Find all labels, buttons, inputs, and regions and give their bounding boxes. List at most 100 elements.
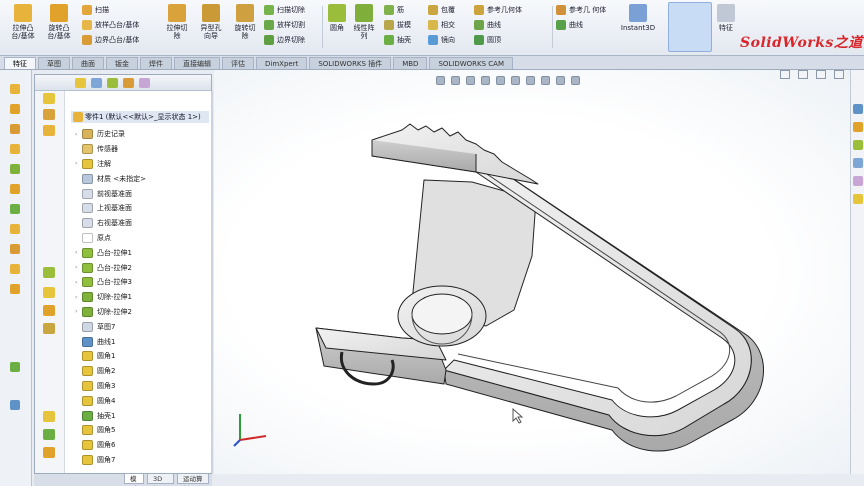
ref-geometry-button[interactable]: 参考几 何体 xyxy=(556,4,606,16)
tab-sheet-metal[interactable]: 钣金 xyxy=(106,57,138,69)
tab-sketch[interactable]: 草图 xyxy=(38,57,70,69)
gutter-icon[interactable] xyxy=(43,323,55,334)
instant3d-button[interactable]: Instant3D xyxy=(616,4,660,50)
tree-node[interactable]: › 切除-拉伸2 xyxy=(75,305,209,320)
tab-features[interactable]: 特征 xyxy=(4,57,36,69)
tree-node[interactable]: 原点 xyxy=(75,231,209,246)
tree-node[interactable]: 右视基准面 xyxy=(75,216,209,231)
tab-cam[interactable]: SOLIDWORKS CAM xyxy=(429,57,514,69)
tree-node[interactable]: 前视基准面 xyxy=(75,186,209,201)
tree-node[interactable]: › 历史记录 xyxy=(75,127,209,142)
tab-weldments[interactable]: 焊件 xyxy=(140,57,172,69)
loft-cut-button[interactable]: 放样切割 xyxy=(264,19,305,31)
task-pane-palette-icon[interactable] xyxy=(853,158,863,168)
sweep-button[interactable]: 扫描 xyxy=(82,4,139,16)
task-pane-custom-props-icon[interactable] xyxy=(853,194,863,204)
strip-tool-icon[interactable] xyxy=(10,400,20,410)
revolve-boss-button[interactable]: 旋转凸 台/基体 xyxy=(42,4,76,50)
tree-node[interactable]: 草图7 xyxy=(75,319,209,334)
task-pane-explorer-icon[interactable] xyxy=(853,140,863,150)
tree-node[interactable]: 抽壳1 xyxy=(75,408,209,423)
dome-button[interactable]: 圆顶 xyxy=(474,34,522,46)
gutter-icon[interactable] xyxy=(43,93,55,104)
tree-node[interactable]: › 注解 xyxy=(75,157,209,172)
expand-arrow-icon[interactable]: › xyxy=(75,264,82,271)
tab-evaluate[interactable]: 评估 xyxy=(222,57,254,69)
features-button[interactable]: 特征 xyxy=(712,4,740,50)
strip-tool-icon[interactable] xyxy=(10,124,20,134)
tree-node[interactable]: › 凸台-拉伸3 xyxy=(75,275,209,290)
strip-tool-icon[interactable] xyxy=(10,362,20,372)
gutter-icon[interactable] xyxy=(43,125,55,136)
tab-dimxpert[interactable]: DimXpert xyxy=(256,57,308,69)
config-manager-tab-icon[interactable] xyxy=(107,78,118,88)
hole-wizard-button[interactable]: 异型孔 向导 xyxy=(194,4,228,50)
boundary-cut-button[interactable]: 边界切除 xyxy=(264,34,305,46)
tree-node[interactable]: 圆角2 xyxy=(75,364,209,379)
gutter-icon[interactable] xyxy=(43,109,55,120)
linear-pattern-button[interactable]: 线性阵 列 xyxy=(350,4,378,50)
expand-arrow-icon[interactable]: › xyxy=(75,131,82,138)
tree-node[interactable]: 圆角7 xyxy=(75,453,209,468)
expand-arrow-icon[interactable]: › xyxy=(75,279,82,286)
strip-tool-icon[interactable] xyxy=(10,284,20,294)
expand-arrow-icon[interactable]: › xyxy=(75,308,82,315)
strip-tool-icon[interactable] xyxy=(10,104,20,114)
strip-tool-icon[interactable] xyxy=(10,204,20,214)
boundary-boss-button[interactable]: 边界凸台/基体 xyxy=(82,34,139,46)
graphics-viewport[interactable] xyxy=(214,70,850,474)
rib-button[interactable]: 筋 xyxy=(384,4,411,16)
dimxpert-tab-icon[interactable] xyxy=(123,78,134,88)
gutter-icon[interactable] xyxy=(43,305,55,316)
gutter-icon[interactable] xyxy=(43,411,55,422)
tree-node[interactable]: › 切除-拉伸1 xyxy=(75,290,209,305)
part-3d-model[interactable] xyxy=(214,70,850,474)
strip-tool-icon[interactable] xyxy=(10,244,20,254)
ref-geometry-small-button[interactable]: 参考几何体 xyxy=(474,4,522,16)
expand-arrow-icon[interactable]: › xyxy=(75,249,82,256)
extrude-cut-button[interactable]: 拉伸切 除 xyxy=(162,4,192,50)
feature-manager-scrollbar[interactable] xyxy=(211,91,213,473)
tree-node[interactable]: 圆角4 xyxy=(75,393,209,408)
shell-button[interactable]: 抽壳 xyxy=(384,34,411,46)
fillet-button[interactable]: 圆角 xyxy=(326,4,348,50)
curve-button[interactable]: 曲线 xyxy=(556,19,606,31)
wrap-button[interactable]: 包覆 xyxy=(428,4,455,16)
draft-button[interactable]: 拔模 xyxy=(384,19,411,31)
tree-node[interactable]: 圆角3 xyxy=(75,379,209,394)
gutter-icon[interactable] xyxy=(43,429,55,440)
loft-boss-button[interactable]: 放样凸台/基体 xyxy=(82,19,139,31)
gutter-icon[interactable] xyxy=(43,287,55,298)
strip-tool-icon[interactable] xyxy=(10,264,20,274)
strip-tool-icon[interactable] xyxy=(10,224,20,234)
tab-surfaces[interactable]: 曲面 xyxy=(72,57,104,69)
tab-addins[interactable]: SOLIDWORKS 插件 xyxy=(309,57,392,69)
tree-node[interactable]: 曲线1 xyxy=(75,334,209,349)
strip-tool-icon[interactable] xyxy=(10,184,20,194)
display-manager-tab-icon[interactable] xyxy=(139,78,150,88)
tree-node[interactable]: › 凸台-拉伸1 xyxy=(75,245,209,260)
tree-node[interactable]: 圆角1 xyxy=(75,349,209,364)
expand-arrow-icon[interactable]: › xyxy=(75,294,82,301)
tab-motion-study[interactable]: 运动算例 1 xyxy=(177,474,209,486)
tab-model[interactable]: 模型 xyxy=(124,474,145,486)
tab-mbd[interactable]: MBD xyxy=(393,57,428,69)
revolve-cut-button[interactable]: 旋转切 除 xyxy=(230,4,260,50)
tree-node[interactable]: 圆角6 xyxy=(75,438,209,453)
feature-manager-tab-icon[interactable] xyxy=(75,78,86,88)
strip-tool-icon[interactable] xyxy=(10,84,20,94)
task-pane-appearances-icon[interactable] xyxy=(853,176,863,186)
extrude-boss-button[interactable]: 拉伸凸 台/基体 xyxy=(6,4,40,50)
gutter-icon[interactable] xyxy=(43,447,55,458)
expand-arrow-icon[interactable]: › xyxy=(75,160,82,167)
tab-direct-editing[interactable]: 直接编辑 xyxy=(174,57,220,69)
sweep-cut-button[interactable]: 扫描切除 xyxy=(264,4,305,16)
property-manager-tab-icon[interactable] xyxy=(91,78,102,88)
tree-node[interactable]: › 凸台-拉伸2 xyxy=(75,260,209,275)
part-root-node[interactable]: 零件1 (默认<<默认>_显示状态 1>) xyxy=(71,111,209,123)
gutter-icon[interactable] xyxy=(43,267,55,278)
task-pane-library-icon[interactable] xyxy=(853,122,863,132)
curves-small-button[interactable]: 曲线 xyxy=(474,19,522,31)
strip-tool-icon[interactable] xyxy=(10,164,20,174)
tree-node[interactable]: 传感器 xyxy=(75,142,209,157)
